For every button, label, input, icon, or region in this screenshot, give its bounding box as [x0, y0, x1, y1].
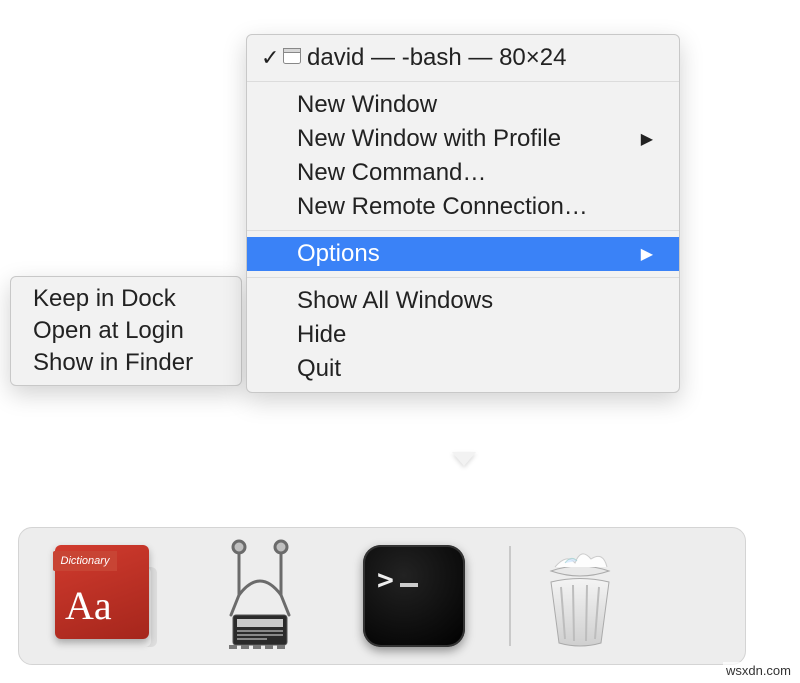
menu-label: Open at Login — [33, 317, 184, 345]
menu-label: Show in Finder — [33, 349, 193, 377]
window-icon — [283, 48, 301, 64]
menu-label: Options — [297, 240, 380, 268]
menu-separator — [247, 277, 679, 278]
menu-item-open-at-login[interactable]: Open at Login — [11, 315, 241, 347]
dictionary-glyph: Aa — [65, 582, 112, 629]
menu-item-new-command[interactable]: New Command… — [247, 156, 679, 190]
dock-trash[interactable] — [521, 537, 639, 655]
system-information-icon — [201, 537, 319, 655]
menu-label: New Window — [297, 91, 437, 119]
terminal-icon: > — [363, 545, 465, 647]
menu-item-hide[interactable]: Hide — [247, 318, 679, 352]
menu-label: Show All Windows — [297, 287, 493, 315]
terminal-prompt-glyph: > — [377, 563, 418, 596]
checkmark-icon: ✓ — [261, 45, 279, 71]
menu-item-new-window-profile[interactable]: New Window with Profile ▶ — [247, 122, 679, 156]
menu-label: Keep in Dock — [33, 285, 176, 313]
menu-item-new-remote[interactable]: New Remote Connection… — [247, 190, 679, 224]
trash-icon — [521, 537, 639, 655]
menu-callout-tail — [452, 452, 476, 466]
menu-item-show-in-finder[interactable]: Show in Finder — [11, 347, 241, 379]
dock-app-system-information[interactable] — [201, 537, 319, 655]
dictionary-tab-label: Dictionary — [53, 551, 117, 571]
menu-separator — [247, 230, 679, 231]
menu-item-show-all-windows[interactable]: Show All Windows — [247, 284, 679, 318]
menu-item-new-window[interactable]: New Window — [247, 88, 679, 122]
menu-label: New Remote Connection… — [297, 193, 588, 221]
dock: Dictionary Aa > — [18, 527, 746, 665]
menu-label: Hide — [297, 321, 346, 349]
dock-context-menu: ✓ david — -bash — 80×24 New Window New W… — [246, 34, 680, 393]
menu-item-options[interactable]: Options ▶ — [247, 237, 679, 271]
menu-label: New Window with Profile — [297, 125, 561, 153]
menu-label: New Command… — [297, 159, 486, 187]
menu-label: Quit — [297, 355, 341, 383]
watermark: wsxdn.com — [723, 662, 794, 679]
dock-separator — [509, 546, 511, 646]
dock-app-dictionary[interactable]: Dictionary Aa — [47, 537, 165, 655]
options-submenu: Keep in Dock Open at Login Show in Finde… — [10, 276, 242, 386]
submenu-arrow-icon: ▶ — [641, 244, 653, 264]
submenu-arrow-icon: ▶ — [641, 129, 653, 149]
menu-item-keep-in-dock[interactable]: Keep in Dock — [11, 283, 241, 315]
menu-item-window-title[interactable]: ✓ david — -bash — 80×24 — [247, 41, 679, 75]
menu-separator — [247, 81, 679, 82]
dictionary-icon: Dictionary Aa — [55, 545, 157, 647]
menu-item-quit[interactable]: Quit — [247, 352, 679, 386]
menu-label: david — -bash — 80×24 — [307, 44, 567, 72]
dock-app-terminal[interactable]: > — [355, 537, 473, 655]
